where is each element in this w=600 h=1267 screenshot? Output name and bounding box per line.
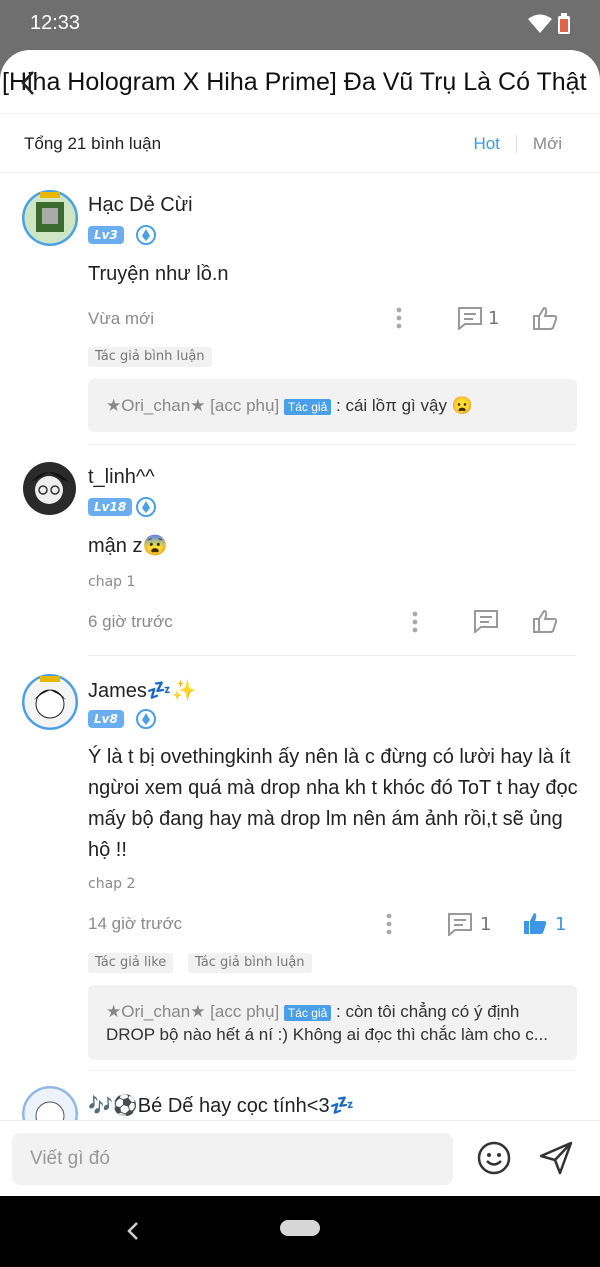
sort-new-tab[interactable]: Mới — [533, 134, 562, 154]
like-count: 1 — [555, 914, 567, 935]
navigation-bar — [0, 1196, 600, 1267]
author-comment-tag: Tác giả bình luận — [88, 347, 212, 367]
comment-author[interactable]: t_linh^^ — [88, 466, 155, 489]
comment-time: Vừa mới — [88, 309, 154, 328]
level-badge: Lv3 — [88, 226, 124, 244]
avatar-image-icon — [31, 472, 69, 504]
send-icon[interactable] — [538, 1140, 574, 1176]
verified-badge-icon — [136, 709, 156, 729]
verified-badge-icon — [136, 497, 156, 517]
status-time: 12:33 — [30, 12, 81, 34]
avatar[interactable] — [22, 190, 78, 246]
author-like-tag: Tác giả like — [88, 953, 174, 973]
more-options-icon[interactable] — [396, 307, 402, 329]
more-options-icon[interactable] — [386, 913, 392, 935]
comment-count: Tổng 21 bình luận — [24, 134, 162, 153]
reply-author: ★Ori_chan★ [acc phụ] — [106, 1002, 280, 1021]
author-comment-tag: Tác giả bình luận — [188, 953, 312, 973]
level-badge: Lv18 — [88, 498, 133, 516]
more-options-icon[interactable] — [412, 611, 418, 633]
nav-home-button[interactable] — [280, 1220, 320, 1236]
level-badge: Lv8 — [88, 710, 124, 728]
avatar-frame-icon — [22, 674, 78, 730]
comment-author[interactable]: Hạc Dẻ Cừi — [88, 194, 193, 217]
divider — [88, 655, 576, 656]
liked-icon[interactable] — [522, 911, 548, 935]
divider — [0, 113, 600, 114]
comment-body: mận z😨 — [88, 535, 168, 557]
comment-body: Ý là t bị ovethingkinh ấy nên là c đừng … — [88, 746, 578, 861]
comment-author[interactable]: James💤✨ — [88, 678, 197, 703]
comments-sheet: [Hiha Hologram X Hiha Prime] Đa Vũ Trụ L… — [0, 50, 600, 1196]
avatar-frame-icon — [22, 190, 78, 246]
status-bar: 12:33 — [0, 0, 600, 50]
comment-time: 6 giờ trước — [88, 612, 173, 631]
reply-icon[interactable] — [473, 609, 499, 633]
divider — [88, 1070, 576, 1071]
reply-text: : cái lồπ gì vậy 😦 — [336, 396, 473, 415]
author-reply[interactable]: ★Ori_chan★ [acc phụ] Tác giả : còn tôi c… — [88, 985, 577, 1060]
reply-count: 1 — [488, 308, 500, 329]
reply-count: 1 — [480, 914, 492, 935]
like-icon[interactable] — [532, 306, 558, 330]
battery-icon — [558, 13, 570, 34]
avatar[interactable] — [22, 674, 78, 730]
avatar[interactable] — [23, 462, 76, 515]
author-reply[interactable]: ★Ori_chan★ [acc phụ] Tác giả : cái lồπ g… — [88, 379, 577, 432]
verified-badge-icon — [136, 225, 156, 245]
sort-divider — [515, 135, 517, 153]
reply-icon[interactable] — [447, 912, 473, 936]
wifi-icon — [528, 14, 552, 33]
page-title: [Hiha Hologram X Hiha Prime] Đa Vũ Trụ L… — [2, 68, 587, 96]
sort-tabs: Hot Mới — [473, 134, 562, 154]
chapter-label: chap 2 — [88, 876, 136, 892]
comment-time: 14 giờ trước — [88, 914, 183, 933]
divider — [88, 444, 576, 445]
sort-hot-tab[interactable]: Hot — [473, 134, 499, 154]
back-icon[interactable] — [16, 68, 40, 98]
author-badge: Tác giả — [283, 399, 332, 415]
nav-back-icon[interactable] — [125, 1220, 141, 1242]
reply-author: ★Ori_chan★ [acc phụ] — [106, 396, 280, 415]
emoji-icon[interactable] — [476, 1140, 512, 1176]
author-badge: Tác giả — [283, 1005, 332, 1021]
comment-body: Truyện như lồ.n — [88, 263, 229, 285]
comment-author[interactable]: 🎶⚽Bé Dế hay cọc tính<3💤 — [88, 1093, 355, 1118]
comment-composer: Viết gì đó — [0, 1120, 600, 1196]
like-icon[interactable] — [532, 609, 558, 633]
chapter-label: chap 1 — [88, 574, 136, 590]
divider — [0, 172, 600, 173]
reply-icon[interactable] — [457, 306, 483, 330]
comment-input[interactable]: Viết gì đó — [12, 1133, 453, 1185]
